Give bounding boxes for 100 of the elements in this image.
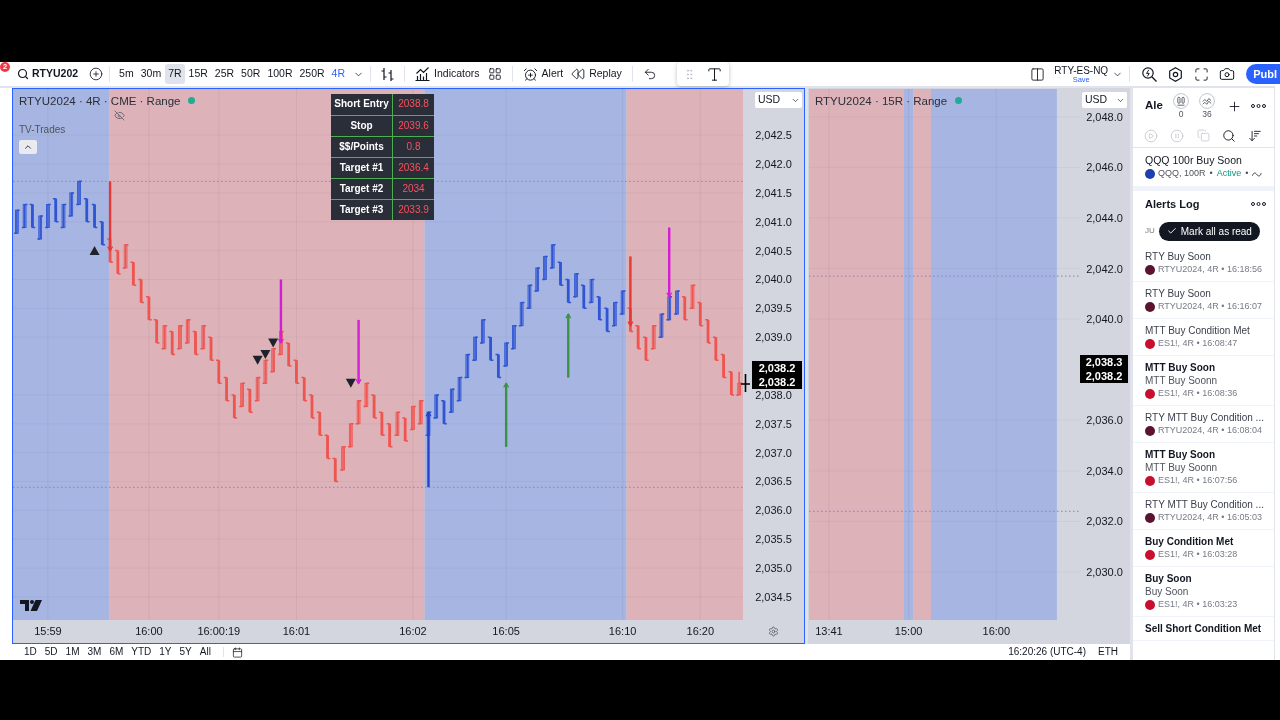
time-tick-label: 15:00: [894, 625, 923, 638]
range-button[interactable]: 6M: [105, 645, 128, 659]
sort-icon: [1248, 128, 1262, 143]
settings-icon: [768, 626, 779, 637]
price-tick-label: 2,042.5: [755, 129, 792, 142]
interval-tab[interactable]: 7R: [165, 64, 185, 84]
sort-button[interactable]: [1248, 128, 1262, 143]
indicators-button[interactable]: Indicators: [411, 64, 484, 84]
interval-tab[interactable]: 15R: [185, 64, 211, 84]
alert-counter[interactable]: 36: [1197, 93, 1217, 119]
time-tick-label: 16:05: [492, 625, 520, 638]
time-tick-label: 16:20: [686, 625, 715, 638]
separator-dot: •: [1208, 167, 1214, 181]
compare-button[interactable]: [89, 67, 104, 81]
range-button[interactable]: All: [195, 645, 215, 659]
alert-details: ES1!, 4R • 16:07:56: [1158, 474, 1238, 487]
currency-dropdown[interactable]: USD: [1082, 92, 1127, 108]
range-button[interactable]: 1Y: [155, 645, 176, 659]
interval-tab[interactable]: 30m: [137, 64, 165, 84]
alert-title: RTY Buy Soon: [1145, 250, 1212, 263]
session-button[interactable]: ETH: [1098, 645, 1118, 659]
down-arrow-icon: [106, 181, 114, 252]
camera-icon: [1219, 66, 1236, 82]
alert-details: ES1!, 4R • 16:08:47: [1158, 337, 1238, 350]
crossed-eye-icon[interactable]: [114, 109, 125, 121]
alert-details: ES1!, 4R • 16:08:36: [1158, 387, 1238, 400]
axis-settings-button[interactable]: [768, 626, 779, 637]
interval-tab[interactable]: 50R: [238, 64, 264, 84]
range-button[interactable]: 5D: [40, 645, 62, 659]
interval-tab[interactable]: 250R: [296, 64, 328, 84]
price-tick-label: 2,035.0: [755, 562, 792, 575]
indicators-icon: [415, 67, 431, 81]
table-label: Target #3: [331, 200, 393, 220]
down-arrow-icon: [666, 227, 673, 298]
interval-tab[interactable]: 5m: [116, 64, 137, 84]
alert-message: MTT Buy Soonn: [1145, 374, 1219, 387]
range-button[interactable]: 3M: [83, 645, 106, 659]
price-tick-label: 2,039.5: [755, 302, 792, 315]
currency-dropdown[interactable]: USD: [755, 92, 802, 108]
add-button[interactable]: [1227, 98, 1242, 114]
replay-button[interactable]: Replay: [567, 64, 626, 84]
price-tick-label: 2,040.0: [1086, 313, 1123, 326]
text-icon[interactable]: [705, 65, 723, 83]
alert-message: MTT Buy Soonn: [1145, 461, 1219, 474]
alert-title: Sell Short Condition Met: [1145, 622, 1262, 635]
price-tick-label: 2,032.0: [1086, 515, 1123, 528]
alert-details: RTYU2024, 4R • 16:18:56: [1158, 263, 1263, 276]
price-tick-label: 2,042.0: [755, 158, 792, 171]
more-button[interactable]: [1251, 104, 1266, 108]
down-triangle-icon: [260, 350, 271, 359]
interval-tab[interactable]: 100R: [264, 64, 296, 84]
price-tick-label: 2,040.5: [755, 244, 792, 257]
alert-counter[interactable]: 0: [1171, 93, 1191, 119]
alert-details: RTYU2024, 4R • 16:05:03: [1158, 511, 1263, 524]
price-tick-label: 2,040.0: [755, 273, 792, 286]
time-tick-label: 16:10: [608, 625, 637, 638]
interval-tab[interactable]: 25R: [211, 64, 238, 84]
clock-time: 16:20:26 (UTC-4): [1008, 645, 1086, 659]
alert-symbol: QQQ, 100R: [1158, 167, 1206, 181]
alert-message: Buy Soon: [1145, 585, 1190, 598]
interval-tab[interactable]: 4R: [328, 64, 349, 84]
price-tick-label: 2,036.5: [755, 475, 792, 488]
chart-title: RTYU2024 · 15R · Range: [815, 93, 948, 108]
alert-title: RTY Buy Soon: [1145, 287, 1212, 300]
play-icon: [1144, 128, 1158, 143]
range-button[interactable]: 1D: [20, 645, 41, 659]
chart-title: RTYU2024 · 4R · CME · Range: [19, 93, 181, 108]
alert-button[interactable]: Alert: [518, 64, 568, 84]
more-button[interactable]: [1251, 202, 1266, 206]
price-tick-label: 2,030.0: [1086, 565, 1123, 578]
range-button[interactable]: YTD: [127, 645, 156, 659]
table-value: 2038.8: [397, 97, 430, 111]
price-tick-label: 2,037.0: [755, 446, 792, 459]
alert-title: Buy Condition Met: [1145, 535, 1235, 548]
zigzag-circle-icon: [1199, 93, 1215, 109]
price-tick-label: 2,039.0: [755, 331, 792, 344]
price-tick-label: 2,046.0: [1086, 161, 1123, 174]
table-label: Short Entry: [331, 94, 393, 115]
down-arrow-icon: [355, 319, 362, 385]
time-tick-label: 16:00: [135, 625, 163, 638]
alert-title: RTY MTT Buy Condition ...: [1145, 411, 1262, 424]
search-button[interactable]: [1222, 128, 1236, 143]
table-value: 0.8: [405, 140, 422, 154]
table-label: Target #2: [331, 179, 393, 199]
symbol-search-button[interactable]: RTYU202: [16, 64, 80, 84]
alert-title: MTT Buy Soon: [1145, 448, 1216, 461]
price-tick-label: 2,042.0: [1086, 262, 1123, 275]
range-button[interactable]: 1M: [61, 645, 84, 659]
plus-circle-icon: [89, 67, 104, 81]
alert-details: ES1!, 4R • 16:03:23: [1158, 598, 1238, 611]
chevron-up-icon: [23, 142, 33, 152]
date-range-button[interactable]: [231, 646, 243, 658]
time-tick-label: 16:00:19: [197, 625, 241, 638]
range-button[interactable]: 5Y: [175, 645, 196, 659]
down-triangle-icon: [345, 378, 356, 388]
mark-all-read-button[interactable]: Mark all as read: [1158, 221, 1260, 241]
publish-button[interactable]: Publ: [1246, 64, 1280, 84]
time-tick-label: 16:00: [982, 625, 1011, 638]
bar-chart-icon: [381, 66, 395, 82]
pause-circle-icon: [1173, 93, 1189, 109]
